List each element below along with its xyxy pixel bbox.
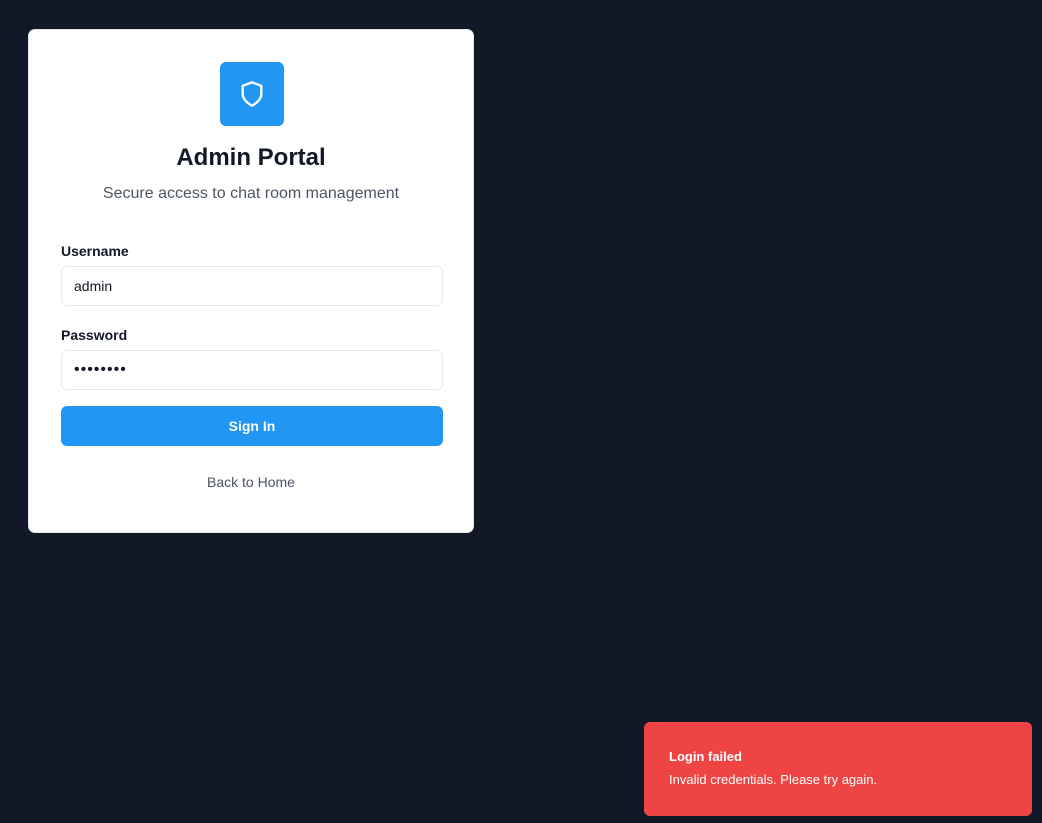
username-input[interactable] (61, 266, 443, 306)
sign-in-button[interactable]: Sign In (61, 406, 443, 446)
logo-badge (220, 62, 284, 126)
page-subtitle: Secure access to chat room management (102, 185, 400, 202)
password-label: Password (61, 327, 128, 343)
toast-title: Login failed (669, 749, 742, 764)
error-toast[interactable]: Login failed Invalid credentials. Please… (644, 722, 1032, 816)
password-input[interactable] (61, 350, 443, 390)
toast-description: Invalid credentials. Please try again. (669, 772, 878, 787)
login-card: Admin Portal Secure access to chat room … (28, 29, 474, 533)
shield-icon (238, 80, 266, 108)
back-to-home-link[interactable]: Back to Home (29, 474, 473, 490)
username-label: Username (61, 243, 129, 259)
page-title: Admin Portal (176, 144, 326, 171)
